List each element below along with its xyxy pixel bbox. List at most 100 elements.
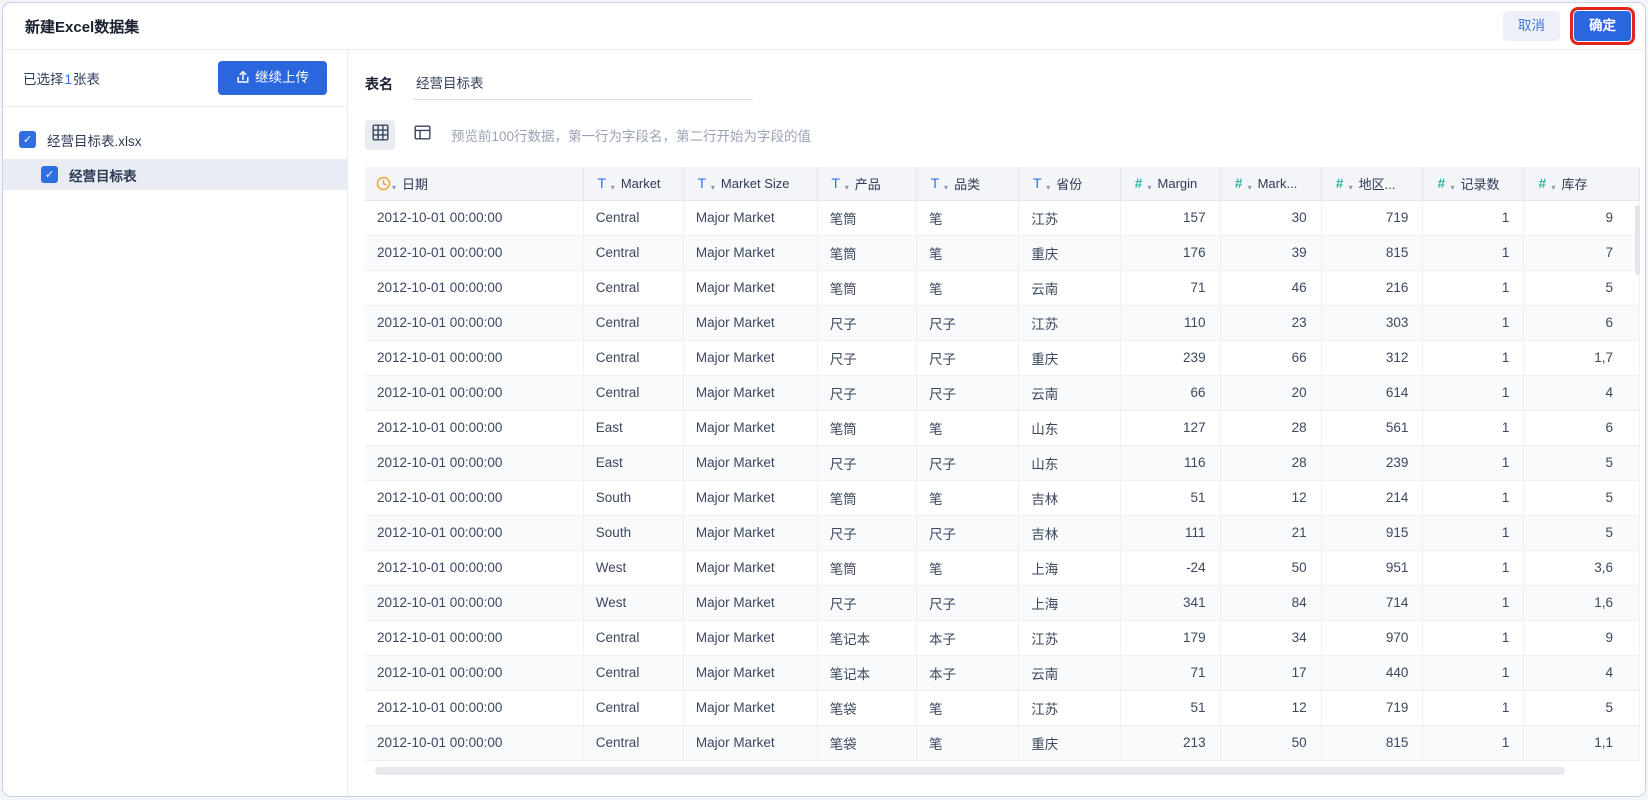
- table-cell: Major Market: [683, 480, 818, 516]
- table-cell: 1: [1422, 410, 1525, 446]
- table-cell: 尺子: [817, 340, 918, 376]
- layout-view-button[interactable]: [407, 120, 437, 150]
- table-row: 2012-10-01 00:00:00 Central Major Market 笔袋…: [365, 725, 1640, 761]
- grid-view-button[interactable]: [365, 120, 395, 150]
- table-cell: 7: [1523, 235, 1640, 271]
- table-cell: 915: [1321, 515, 1424, 551]
- column-header-9[interactable]: # ▾ 地区...: [1321, 167, 1424, 201]
- file-item[interactable]: ✓ 经营目标表.xlsx: [3, 124, 347, 155]
- file-checkbox[interactable]: ✓: [19, 131, 36, 148]
- table-cell: 214: [1321, 480, 1424, 516]
- table-row: 2012-10-01 00:00:00 Central Major Market 尺子…: [365, 340, 1640, 376]
- table-cell: 28: [1220, 410, 1322, 446]
- table-cell: 1: [1422, 725, 1525, 761]
- column-header-11[interactable]: # ▾ 库存: [1523, 167, 1640, 201]
- table-cell: 714: [1321, 585, 1424, 621]
- table-cell: 5: [1523, 690, 1640, 726]
- table-cell: Major Market: [683, 305, 818, 341]
- column-header-5[interactable]: T ▾ 品类: [916, 167, 1020, 201]
- column-header-4[interactable]: T ▾ 产品: [817, 167, 918, 201]
- table-cell: 尺子: [817, 305, 918, 341]
- table-cell: 本子: [916, 655, 1020, 691]
- table-cell: 5: [1523, 445, 1640, 481]
- table-cell: 尺子: [817, 445, 918, 481]
- table-cell: 1,6: [1523, 585, 1640, 621]
- table-cell: Major Market: [683, 235, 818, 271]
- dialog-header: 新建Excel数据集 取消 确定: [3, 3, 1645, 50]
- table-cell: 江苏: [1018, 620, 1121, 656]
- table-cell: 12: [1220, 480, 1322, 516]
- table-cell: 1: [1422, 690, 1525, 726]
- column-dropdown-caret-icon[interactable]: ▾: [1551, 183, 1555, 192]
- upload-icon: [236, 70, 250, 87]
- column-dropdown-caret-icon[interactable]: ▾: [1248, 183, 1252, 192]
- column-label: 产品: [854, 176, 881, 192]
- column-dropdown-caret-icon[interactable]: ▾: [845, 183, 849, 192]
- column-header-6[interactable]: T ▾ 省份: [1018, 167, 1121, 201]
- table-cell: 1: [1422, 550, 1525, 586]
- table-cell: 尺子: [916, 445, 1020, 481]
- number-type-icon: #: [1234, 175, 1243, 191]
- table-cell: 5: [1523, 515, 1640, 551]
- column-dropdown-caret-icon[interactable]: ▾: [1450, 183, 1454, 192]
- table-cell: 2012-10-01 00:00:00: [365, 410, 584, 446]
- table-cell: 重庆: [1018, 340, 1121, 376]
- table-cell: South: [583, 480, 684, 516]
- table-cell: Central: [583, 690, 684, 726]
- column-dropdown-caret-icon[interactable]: ▾: [1349, 183, 1353, 192]
- cancel-button[interactable]: 取消: [1503, 11, 1560, 41]
- column-dropdown-caret-icon[interactable]: ▾: [392, 183, 396, 192]
- table-cell: 28: [1220, 445, 1322, 481]
- table-cell: Central: [583, 235, 684, 271]
- table-cell: 本子: [916, 620, 1020, 656]
- table-cell: 重庆: [1018, 725, 1121, 761]
- table-cell: 216: [1321, 270, 1424, 306]
- confirm-button[interactable]: 确定: [1570, 7, 1635, 45]
- table-cell: Central: [583, 270, 684, 306]
- table-row: 2012-10-01 00:00:00 East Major Market 笔筒笔山东…: [365, 410, 1640, 446]
- horizontal-scrollbar[interactable]: [375, 766, 1565, 775]
- table-cell: 9: [1523, 200, 1640, 236]
- column-dropdown-caret-icon[interactable]: ▾: [611, 183, 615, 192]
- column-header-2[interactable]: T ▾ Market: [583, 167, 684, 201]
- table-cell: 1: [1422, 585, 1525, 621]
- column-header-7[interactable]: # ▾ Margin: [1120, 167, 1221, 201]
- sheet-checkbox[interactable]: ✓: [41, 166, 58, 183]
- table-cell: 1: [1422, 305, 1525, 341]
- column-dropdown-caret-icon[interactable]: ▾: [711, 183, 715, 192]
- column-dropdown-caret-icon[interactable]: ▾: [944, 183, 948, 192]
- table-cell: 笔筒: [817, 270, 918, 306]
- column-header-8[interactable]: # ▾ Mark...: [1220, 167, 1322, 201]
- continue-upload-button[interactable]: 继续上传: [218, 60, 327, 96]
- table-cell: Major Market: [683, 270, 818, 306]
- new-excel-dataset-dialog: 新建Excel数据集 取消 确定 已选择1张表 继续上传 ✓ 经营目标表.xls…: [2, 2, 1646, 797]
- table-cell: 5: [1523, 480, 1640, 516]
- column-label: Market Size: [720, 175, 790, 191]
- column-label: Mark...: [1257, 175, 1298, 191]
- table-cell: 尺子: [916, 585, 1020, 621]
- table-cell: West: [583, 550, 684, 586]
- table-name-label: 表名: [365, 76, 393, 92]
- table-cell: 440: [1321, 655, 1424, 691]
- vertical-scrollbar[interactable]: [1635, 205, 1640, 275]
- table-cell: 笔: [916, 725, 1020, 761]
- column-header-10[interactable]: # ▾ 记录数: [1422, 167, 1525, 201]
- table-cell: 561: [1321, 410, 1424, 446]
- column-dropdown-caret-icon[interactable]: ▾: [1046, 183, 1050, 192]
- table-name-input[interactable]: 经营目标表: [413, 72, 753, 100]
- column-label: Margin: [1157, 175, 1198, 191]
- column-header-3[interactable]: T ▾ Market Size: [683, 167, 818, 201]
- table-row: 2012-10-01 00:00:00 Central Major Market 笔筒…: [365, 200, 1640, 236]
- table-cell: 上海: [1018, 585, 1121, 621]
- table-cell: 2012-10-01 00:00:00: [365, 375, 584, 411]
- text-type-icon: T: [697, 175, 707, 192]
- table-cell: Major Market: [683, 585, 818, 621]
- table-cell: 1: [1422, 235, 1525, 271]
- table-cell: 951: [1321, 550, 1424, 586]
- sheet-item-selected[interactable]: ✓ 经营目标表: [3, 159, 347, 190]
- table-cell: 17: [1220, 655, 1322, 691]
- column-dropdown-caret-icon[interactable]: ▾: [1148, 183, 1152, 192]
- table-cell: 尺子: [916, 340, 1020, 376]
- column-header-1[interactable]: ▾ 日期: [365, 167, 584, 201]
- table-cell: 50: [1220, 725, 1322, 761]
